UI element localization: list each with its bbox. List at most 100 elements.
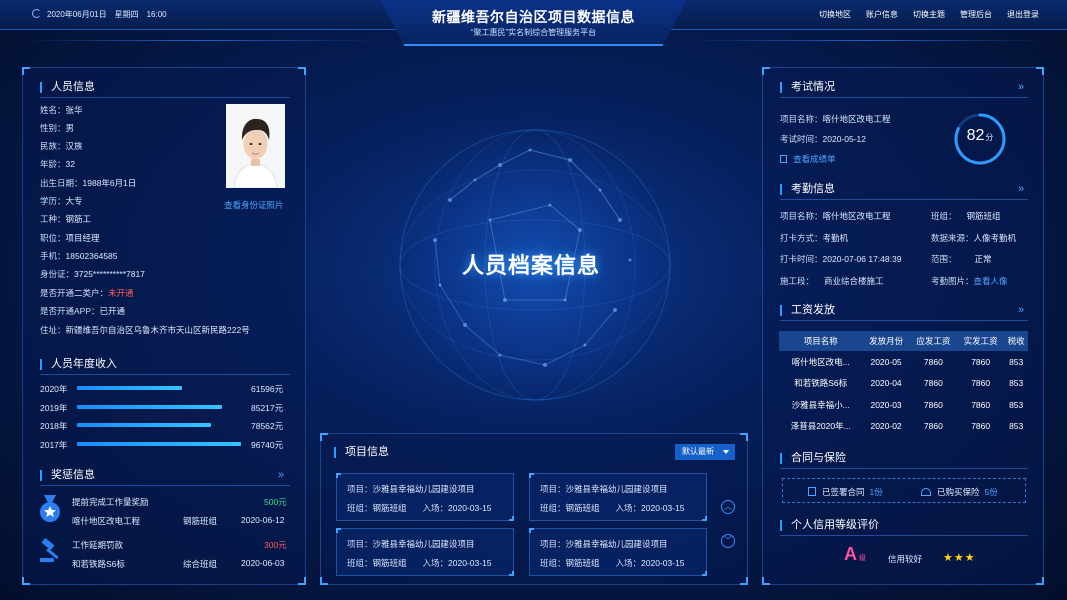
entry-label: 入场： (422, 558, 449, 568)
income-amount: 61596元 (251, 384, 284, 394)
corner-decoration (509, 516, 514, 521)
wage-cell: 7860 (923, 356, 943, 367)
view-result-link[interactable]: 查看成绩单 (780, 153, 836, 165)
attendance-time-row: 打卡时间：2020-07-06 17:48:39 (780, 253, 901, 265)
nav-account-info[interactable]: 账户信息 (866, 9, 898, 20)
income-bar-track (77, 386, 247, 390)
contract-signed[interactable]: 已签署合同 1份 (808, 486, 883, 498)
contract-signed-count: 1份 (869, 487, 883, 497)
person-field-value: 男 (65, 123, 75, 133)
person-field-row: 年龄：32 (40, 158, 75, 170)
wage-cell: 7860 (923, 399, 943, 410)
medal-icon (40, 495, 60, 522)
credit-grade-suffix: 级 (859, 555, 866, 562)
exam-more-icon[interactable]: » (1018, 81, 1024, 93)
table-row[interactable]: 泽普县2020年... 2020-02 7860 7860 853 (779, 416, 1028, 438)
nav-switch-theme[interactable]: 切换主题 (913, 9, 945, 20)
attendance-range-row: 范围： 正常 (931, 253, 992, 265)
table-row[interactable]: 和若铁路S6标 2020-04 7860 7860 853 (779, 373, 1028, 395)
contract-section-title: 合同与保险 (780, 453, 846, 464)
person-portrait (226, 104, 285, 188)
attendance-team-label: 班组： (931, 211, 957, 221)
corner-decoration (762, 577, 770, 585)
attendance-stage-label: 施工段： (780, 276, 815, 286)
wage-cell: 7860 (971, 421, 991, 432)
datetime: 2020年06月01日 星期四 16:00 (32, 9, 175, 20)
table-row[interactable]: 喀什地区改电... 2020-05 7860 7860 853 (779, 351, 1028, 373)
view-portrait-link[interactable]: 查看人像 (974, 276, 1008, 286)
team-name: 钢筋班组 (372, 558, 407, 568)
project-card[interactable]: 项目：沙雅县幸福幼儿园建设项目 班组：钢筋班组 入场：2020-03-15 (529, 473, 707, 521)
person-field-value: 3725**********7817 (74, 269, 145, 279)
contract-summary: 已签署合同 1份 已购买保险 5份 (782, 478, 1026, 503)
corner-decoration (762, 67, 770, 75)
nav-switch-region[interactable]: 切换地区 (819, 9, 851, 20)
wage-cell: 853 (1009, 378, 1024, 389)
penalty-team: 综合班组 (183, 559, 218, 569)
project-name: 沙雅县幸福幼儿园建设项目 (565, 484, 668, 494)
corner-decoration (529, 528, 534, 533)
person-field-value: 汉族 (65, 141, 83, 151)
team-label: 班组： (540, 558, 566, 568)
person-field-row: 性别：男 (40, 122, 74, 134)
credit-grade-letter: A (844, 544, 857, 564)
corner-decoration (336, 528, 341, 533)
scroll-down-button[interactable]: ﹀ (721, 534, 735, 548)
person-field-value: 新疆维吾尔自治区乌鲁木齐市天山区新民路222号 (65, 325, 250, 335)
income-year: 2017年 (40, 440, 68, 450)
person-field-value: 1988年6月1日 (82, 178, 137, 188)
team-name: 钢筋班组 (565, 503, 600, 513)
person-field-label: 性别： (40, 123, 66, 133)
income-year: 2018年 (40, 421, 68, 431)
project-card-meta: 班组：钢筋班组 入场：2020-03-15 (540, 557, 685, 569)
wage-cell: 7860 (971, 378, 991, 389)
person-field-value: 钢筋工 (65, 214, 92, 224)
project-card[interactable]: 项目：沙雅县幸福幼儿园建设项目 班组：钢筋班组 入场：2020-03-15 (336, 528, 514, 576)
sort-select[interactable]: 默认最新 (675, 444, 735, 460)
project-label: 项目： (347, 539, 373, 549)
person-field-row: 职位：项目经理 (40, 232, 100, 244)
penalty-amount: 300元 (264, 540, 287, 550)
document-icon (780, 155, 787, 163)
table-row[interactable]: 沙雅县幸福小... 2020-03 7860 7860 853 (779, 394, 1028, 416)
exam-project-value: 喀什地区改电工程 (822, 114, 891, 124)
income-year: 2019年 (40, 403, 68, 413)
attendance-project-value: 喀什地区改电工程 (822, 211, 891, 221)
weekday: 星期四 (114, 10, 139, 19)
person-field-label: 职位： (40, 233, 66, 243)
project-card-meta: 班组：钢筋班组 入场：2020-03-15 (347, 557, 492, 569)
project-card[interactable]: 项目：沙雅县幸福幼儿园建设项目 班组：钢筋班组 入场：2020-03-15 (336, 473, 514, 521)
corner-decoration (298, 577, 306, 585)
attendance-more-icon[interactable]: » (1018, 183, 1024, 195)
credit-section-title: 个人信用等级评价 (780, 520, 879, 531)
credit-grade: A级 (844, 544, 866, 565)
header-divider-right (687, 40, 1047, 41)
attendance-stage-value: 商业综合楼施工 (824, 276, 884, 286)
insurance-purchased[interactable]: 已购买保险 5份 (921, 486, 998, 498)
refresh-icon[interactable] (32, 9, 41, 18)
entry-date: 2020-03-15 (641, 558, 685, 568)
corner-decoration (22, 577, 30, 585)
top-nav: 切换地区 账户信息 切换主题 管理后台 退出登录 (819, 9, 1039, 20)
corner-decoration (702, 571, 707, 576)
wage-more-icon[interactable]: » (1018, 304, 1024, 316)
income-bar (77, 442, 242, 446)
person-field-value: 18502364585 (65, 251, 118, 261)
nav-admin[interactable]: 管理后台 (960, 9, 992, 20)
person-field-label: 民族： (40, 141, 66, 151)
divider (780, 535, 1028, 536)
reward-project: 喀什地区改电工程 (72, 516, 141, 526)
scroll-up-button[interactable]: ︿ (721, 500, 735, 514)
wage-cell: 853 (1009, 356, 1024, 367)
wage-cell: 7860 (971, 356, 991, 367)
attendance-section-title: 考勤信息 (780, 184, 835, 195)
project-card[interactable]: 项目：沙雅县幸福幼儿园建设项目 班组：钢筋班组 入场：2020-03-15 (529, 528, 707, 576)
time: 16:00 (146, 10, 167, 19)
view-id-photo-link[interactable]: 查看身份证照片 (224, 199, 284, 211)
rewards-more-icon[interactable]: » (278, 469, 284, 481)
corner-decoration (298, 67, 306, 75)
wage-cell: 7860 (923, 421, 943, 432)
person-field-label: 出生日期： (40, 178, 83, 188)
wage-cell: 2020-04 (870, 378, 902, 389)
nav-logout[interactable]: 退出登录 (1007, 9, 1039, 20)
